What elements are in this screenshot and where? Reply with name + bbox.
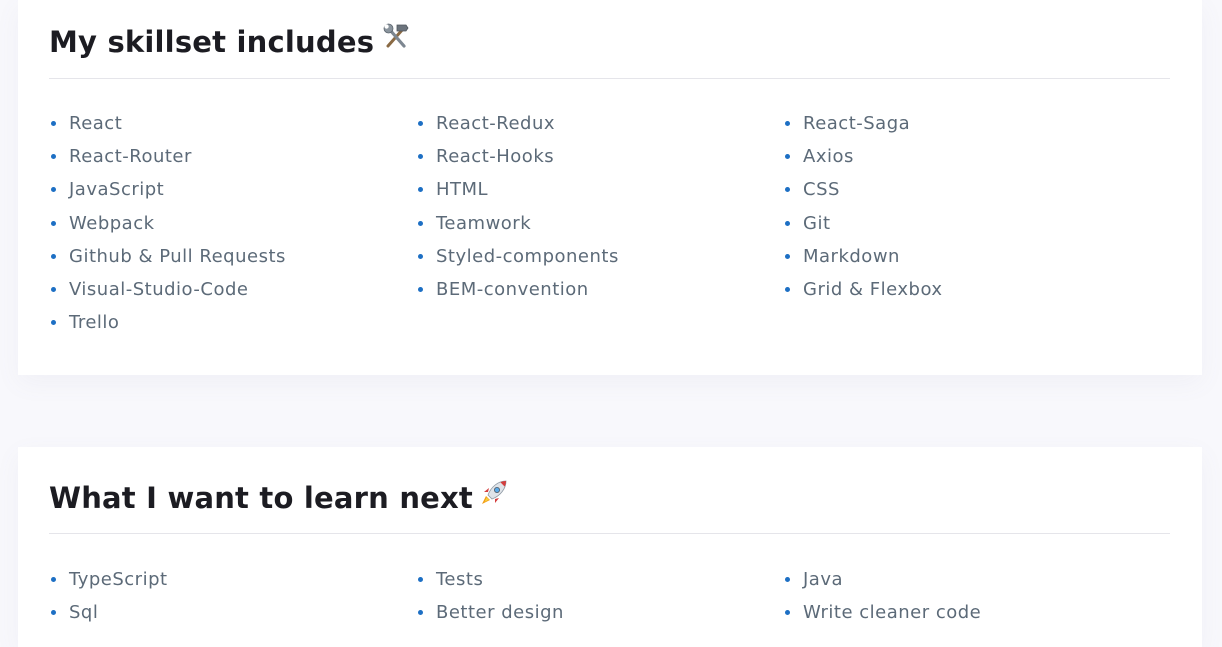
list-item: Git [785, 207, 1161, 240]
bullet-icon [51, 610, 56, 616]
bullet-icon [785, 220, 790, 226]
list-item: React-Redux [418, 107, 785, 140]
list-item: BEM-convention [418, 273, 785, 306]
list-item: Sql [51, 596, 418, 629]
hammer-and-wrench-icon [381, 21, 411, 51]
bullet-icon [51, 154, 56, 160]
bullet-icon [51, 187, 56, 193]
learn-next-list: TypeScript Tests Java Sql Better design … [51, 563, 1161, 629]
rocket-icon [480, 477, 510, 507]
list-item: Better design [418, 596, 785, 629]
list-item: Visual-Studio-Code [51, 273, 418, 306]
list-item: CSS [785, 173, 1161, 206]
bullet-icon [785, 154, 790, 160]
skillset-divider [49, 78, 1170, 79]
list-item: Markdown [785, 240, 1161, 273]
list-item: React-Hooks [418, 140, 785, 173]
bullet-icon [785, 187, 790, 193]
learn-next-title: What I want to learn next [49, 481, 473, 515]
list-item: JavaScript [51, 173, 418, 206]
list-item: Github & Pull Requests [51, 240, 418, 273]
learn-next-divider [49, 533, 1170, 534]
skillset-card: My skillset includes React React-Redux R… [18, 0, 1202, 375]
bullet-icon [785, 121, 790, 126]
learn-next-card: What I want to learn next TypeScript Tes… [18, 447, 1202, 647]
list-item: Axios [785, 140, 1161, 173]
list-item: HTML [418, 173, 785, 206]
bullet-icon [418, 286, 423, 292]
bullet-icon [418, 121, 423, 126]
list-item: React-Router [51, 140, 418, 173]
bullet-icon [51, 577, 56, 582]
bullet-icon [51, 253, 56, 259]
list-item: Trello [51, 306, 418, 339]
bullet-icon [785, 286, 790, 292]
bullet-icon [418, 187, 423, 193]
bullet-icon [418, 220, 423, 226]
bullet-icon [785, 253, 790, 259]
bullet-icon [418, 577, 423, 582]
bullet-icon [51, 286, 56, 292]
list-item: Styled-components [418, 240, 785, 273]
list-item: Webpack [51, 207, 418, 240]
list-item: React-Saga [785, 107, 1161, 140]
learn-next-heading: What I want to learn next [49, 480, 510, 515]
bullet-icon [51, 121, 56, 126]
list-item: Tests [418, 563, 785, 596]
bullet-icon [418, 154, 423, 160]
bullet-icon [418, 253, 423, 259]
skillset-title: My skillset includes [49, 25, 375, 59]
bullet-icon [51, 220, 56, 226]
bullet-icon [51, 320, 56, 326]
skillset-heading: My skillset includes [49, 23, 411, 59]
list-item: Java [785, 563, 1161, 596]
skillset-list: React React-Redux React-Saga React-Route… [51, 107, 1161, 339]
list-item: Teamwork [418, 207, 785, 240]
list-item: React [51, 107, 418, 140]
bullet-icon [418, 610, 423, 616]
bullet-icon [785, 577, 790, 582]
list-item: Write cleaner code [785, 596, 1161, 629]
bullet-icon [785, 610, 790, 616]
list-item: Grid & Flexbox [785, 273, 1161, 306]
list-item: TypeScript [51, 563, 418, 596]
